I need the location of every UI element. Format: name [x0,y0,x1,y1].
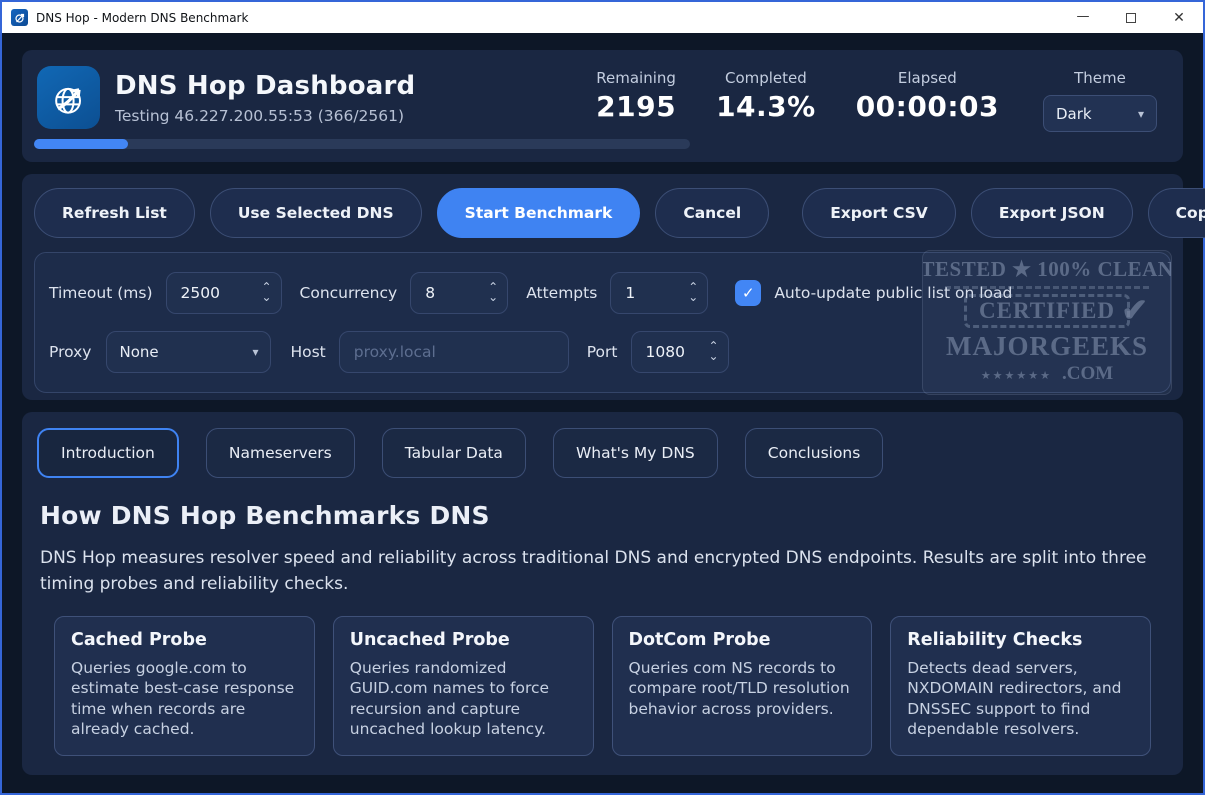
chevron-down-icon: ▾ [252,345,258,359]
stat-value: 2195 [596,90,676,123]
maximize-button[interactable] [1107,2,1155,33]
progress-fill [34,139,128,149]
host-label: Host [290,343,325,361]
window-title: DNS Hop - Modern DNS Benchmark [36,11,248,25]
close-button[interactable]: ✕ [1155,2,1203,33]
card-uncached-probe: Uncached Probe Queries randomized GUID.c… [333,616,594,756]
theme-block: Theme Dark ▾ [1043,66,1157,162]
app-logo-icon [37,66,100,129]
tab-nameservers[interactable]: Nameservers [206,428,355,478]
card-body: Detects dead servers, NXDOMAIN redirecto… [907,658,1134,740]
export-json-button[interactable]: Export JSON [971,188,1133,238]
minimize-button[interactable]: — [1059,2,1107,33]
proxy-select[interactable]: None ▾ [106,331,271,373]
dashboard-title: DNS Hop Dashboard [115,71,415,101]
close-icon: ✕ [1173,10,1185,26]
header-panel: DNS Hop Dashboard Testing 46.227.200.55:… [22,50,1183,162]
settings-row-1: Timeout (ms) ⌃ ⌄ Concurrency ⌃ ⌄ [49,272,1156,314]
start-benchmark-button[interactable]: Start Benchmark [437,188,641,238]
theme-label: Theme [1043,69,1157,87]
card-body: Queries randomized GUID.com names to for… [350,658,577,740]
app-window: DNS Hop - Modern DNS Benchmark — ✕ [0,0,1205,795]
concurrency-label: Concurrency [300,284,398,302]
stat-label: Completed [716,69,816,87]
chevron-down-icon: ▾ [1138,107,1144,121]
host-input[interactable] [339,331,569,373]
attempts-label: Attempts [526,284,597,302]
concurrency-stepper[interactable]: ⌃ ⌄ [410,272,508,314]
spinner-down-icon[interactable]: ⌄ [488,293,498,303]
stat-label: Elapsed [856,69,999,87]
tab-whats-my-dns[interactable]: What's My DNS [553,428,718,478]
card-title: Uncached Probe [350,630,577,650]
copy-chart-png-button[interactable]: Copy Chart PNG [1148,188,1205,238]
testing-status: Testing 46.227.200.55:53 (366/2561) [115,107,415,125]
stat-label: Remaining [596,69,676,87]
timeout-label: Timeout (ms) [49,284,153,302]
card-reliability-checks: Reliability Checks Detects dead servers,… [890,616,1151,756]
concurrency-input[interactable] [425,284,484,302]
main-area: DNS Hop Dashboard Testing 46.227.200.55:… [4,35,1201,791]
refresh-list-button[interactable]: Refresh List [34,188,195,238]
maximize-icon [1126,13,1136,23]
card-title: Reliability Checks [907,630,1134,650]
card-dotcom-probe: DotCom Probe Queries com NS records to c… [612,616,873,756]
export-csv-button[interactable]: Export CSV [802,188,956,238]
content-heading: How DNS Hop Benchmarks DNS [40,501,1165,530]
stat-value: 14.3% [716,90,816,123]
auto-update-label: Auto-update public list on load [774,284,1012,302]
theme-value: Dark [1056,105,1092,123]
toolbar-buttons: Refresh List Use Selected DNS Start Benc… [34,188,1171,238]
port-stepper[interactable]: ⌃ ⌄ [631,331,729,373]
proxy-value: None [119,343,158,361]
content-intro: DNS Hop measures resolver speed and reli… [40,545,1165,598]
attempts-input[interactable] [625,284,684,302]
stat-elapsed: Elapsed 00:00:03 [856,69,999,162]
window-controls: — ✕ [1059,2,1203,33]
card-body: Queries com NS records to compare root/T… [629,658,856,719]
spinner-down-icon[interactable]: ⌄ [688,293,698,303]
cancel-button[interactable]: Cancel [655,188,769,238]
theme-select[interactable]: Dark ▾ [1043,95,1157,132]
timeout-stepper[interactable]: ⌃ ⌄ [166,272,282,314]
settings-box: Timeout (ms) ⌃ ⌄ Concurrency ⌃ ⌄ [34,252,1171,393]
attempts-stepper[interactable]: ⌃ ⌄ [610,272,708,314]
spinner-down-icon[interactable]: ⌄ [708,352,718,362]
card-title: DotCom Probe [629,630,856,650]
tab-tabular-data[interactable]: Tabular Data [382,428,526,478]
toolbar-panel: Refresh List Use Selected DNS Start Benc… [22,174,1183,400]
card-title: Cached Probe [71,630,298,650]
proxy-label: Proxy [49,343,91,361]
card-body: Queries google.com to estimate best-case… [71,658,298,740]
use-selected-dns-button[interactable]: Use Selected DNS [210,188,422,238]
tab-bar: Introduction Nameservers Tabular Data Wh… [37,428,1168,478]
minimize-icon: — [1077,9,1090,24]
stat-completed: Completed 14.3% [716,69,816,162]
port-label: Port [587,343,618,361]
stat-value: 00:00:03 [856,90,999,123]
port-input[interactable] [646,343,705,361]
auto-update-checkbox[interactable]: ✓ [735,280,761,306]
content-panel: Introduction Nameservers Tabular Data Wh… [22,412,1183,775]
progress-bar [34,139,690,149]
tab-conclusions[interactable]: Conclusions [745,428,884,478]
spinner-down-icon[interactable]: ⌄ [261,293,271,303]
probe-cards: Cached Probe Queries google.com to estim… [37,616,1168,756]
titlebar: DNS Hop - Modern DNS Benchmark — ✕ [2,2,1203,33]
check-icon: ✓ [742,284,755,302]
card-cached-probe: Cached Probe Queries google.com to estim… [54,616,315,756]
settings-row-2: Proxy None ▾ Host Port ⌃ ⌄ [49,331,1156,373]
app-icon [11,9,28,26]
tab-introduction[interactable]: Introduction [37,428,179,478]
timeout-input[interactable] [181,284,258,302]
